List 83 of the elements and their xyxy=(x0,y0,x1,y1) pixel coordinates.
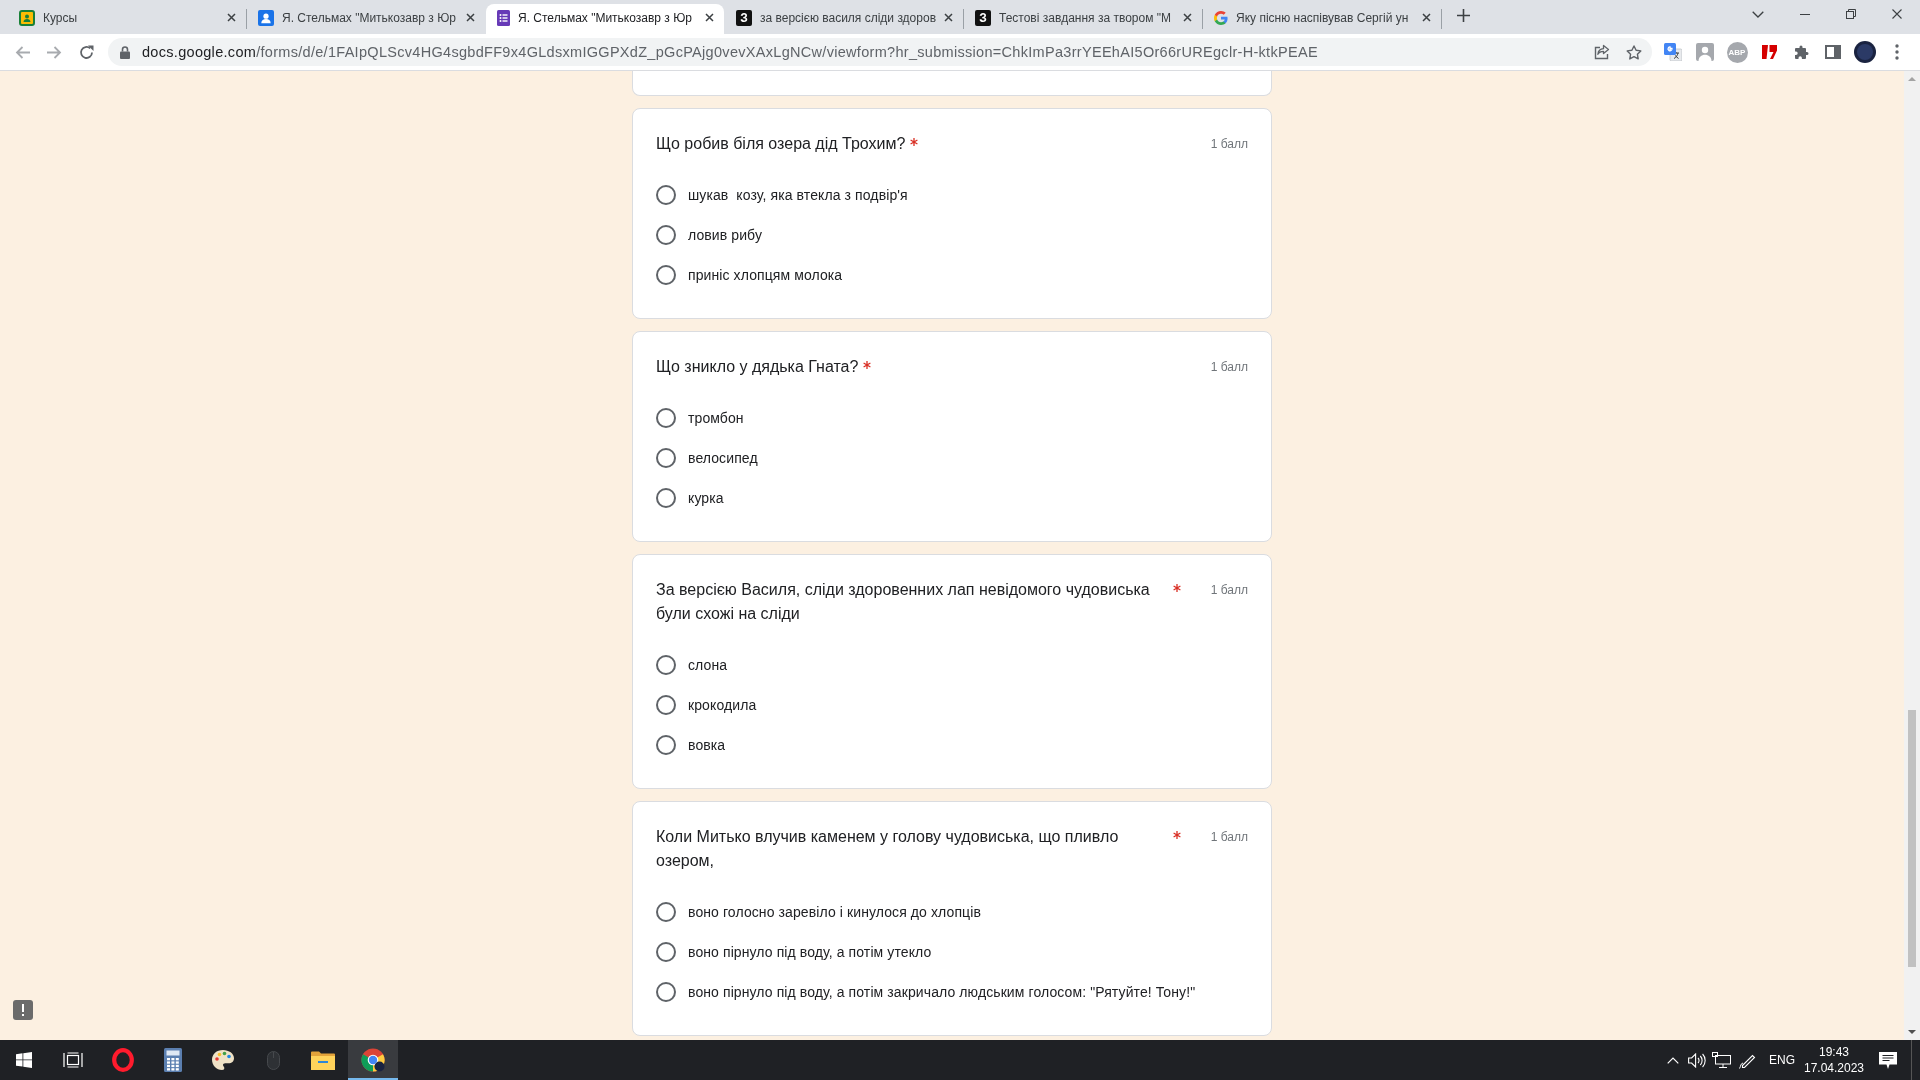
avatar-icon[interactable] xyxy=(1854,41,1876,63)
radio-button[interactable] xyxy=(656,408,676,428)
points-label: 1 балл xyxy=(1209,829,1248,846)
taskbar-app-button[interactable] xyxy=(348,1040,398,1080)
menu-icon[interactable] xyxy=(1895,44,1899,60)
radio-button[interactable] xyxy=(656,982,676,1002)
star-icon[interactable] xyxy=(1626,44,1642,60)
browser-tab[interactable]: З Тестові завдання за твором "М xyxy=(964,4,1202,34)
feedback-icon[interactable] xyxy=(13,1000,33,1020)
minimize-icon[interactable] xyxy=(1800,13,1810,15)
address-bar[interactable]: docs.google.com/forms/d/e/1FAIpQLScv4HG4sgbdFF9x4GLdsxmIGGPXdZ_pGcPAjg0vevXAxLgNCw/viewform?hr_submission=ChkImPa3rrYEEhAI5Or66rUREgclr-H-ktkPEAE xyxy=(108,38,1652,66)
chevron-up-icon[interactable] xyxy=(1667,1056,1679,1064)
option-label[interactable]: ловив рибу xyxy=(688,227,762,243)
close-icon[interactable] xyxy=(1892,9,1902,19)
close-icon[interactable] xyxy=(944,13,953,22)
chevron-down-icon[interactable] xyxy=(1752,10,1764,18)
folder-icon[interactable] xyxy=(311,1050,335,1070)
points-label: 1 балл xyxy=(1209,359,1248,376)
lock-icon[interactable] xyxy=(120,45,130,59)
option-label[interactable]: воно пірнуло під воду, а потім закричало людським голосом: "Рятуйте! Тону!" xyxy=(688,984,1196,1000)
side-panel-icon[interactable] xyxy=(1825,45,1841,59)
points-label: 1 балл xyxy=(1209,136,1248,153)
close-icon[interactable] xyxy=(705,13,714,22)
option-label[interactable]: курка xyxy=(688,490,724,506)
site-logo: З xyxy=(975,9,991,26)
question-title: Що зникло у дядька Гната? xyxy=(656,357,859,377)
option-label[interactable]: крокодила xyxy=(688,697,757,713)
points-label: 1 балл xyxy=(1209,582,1248,599)
radio-button[interactable] xyxy=(656,735,676,755)
palette-icon[interactable] xyxy=(211,1049,235,1071)
board-icon xyxy=(19,9,35,26)
person-card-icon xyxy=(258,9,274,26)
browser-tab[interactable]: Курсы xyxy=(8,4,246,34)
question-title: За версією Василя, сліди здоровенних лап невідомого чудовиська були схожі на сліди xyxy=(656,580,1151,624)
radio-button[interactable] xyxy=(656,488,676,508)
language-indicator[interactable]: ENG xyxy=(1761,1040,1803,1080)
notification-icon[interactable] xyxy=(1879,1051,1897,1069)
radio-button[interactable] xyxy=(656,225,676,245)
close-icon[interactable] xyxy=(227,13,236,22)
ring-logo-icon[interactable] xyxy=(112,1048,134,1072)
browser-tab[interactable]: З за версією василя сліди здоров xyxy=(725,4,963,34)
start-icon[interactable] xyxy=(16,1052,32,1068)
site-logo: З xyxy=(736,9,752,26)
option-label[interactable]: тромбон xyxy=(688,410,744,426)
calculator-icon[interactable] xyxy=(164,1048,182,1072)
form-list-icon xyxy=(497,9,510,26)
task-view-icon[interactable] xyxy=(63,1052,83,1068)
new-tab-icon[interactable] xyxy=(1456,9,1470,22)
extension-icon[interactable] xyxy=(1761,44,1777,60)
browser-tab[interactable]: Я. Стельмах "Митькозавр з Юр xyxy=(247,4,485,34)
option-label[interactable]: воно голосно заревіло і кинулося до хлопців xyxy=(688,904,981,920)
radio-button[interactable] xyxy=(656,695,676,715)
puzzle-icon[interactable] xyxy=(1793,44,1809,60)
browser-tab[interactable]: Я. Стельмах "Митькозавр з Юр xyxy=(486,4,724,34)
option-label[interactable]: слона xyxy=(688,657,728,673)
option-label[interactable]: велосипед xyxy=(688,450,758,466)
scroll-down-icon[interactable] xyxy=(1908,1030,1916,1034)
share-icon[interactable] xyxy=(1594,44,1610,60)
restore-icon[interactable] xyxy=(1846,9,1856,19)
translate-icon[interactable] xyxy=(1664,43,1682,61)
close-icon[interactable] xyxy=(1183,13,1192,22)
option-label[interactable]: шукав козу, яка втекла з подвір'я xyxy=(688,187,908,203)
close-icon[interactable] xyxy=(1422,13,1431,22)
browser-tab[interactable]: Яку пісню наспівував Сергій ун xyxy=(1203,4,1441,34)
radio-button[interactable] xyxy=(656,448,676,468)
radio-button[interactable] xyxy=(656,185,676,205)
question-title: Що робив біля озера дід Трохим? xyxy=(656,134,906,154)
option-label[interactable]: вовка xyxy=(688,737,726,753)
question-title: Коли Митько влучив каменем у голову чудовиська, що пливло озером, xyxy=(656,827,1120,871)
browser-icon[interactable] xyxy=(361,1048,385,1072)
radio-button[interactable] xyxy=(656,942,676,962)
radio-button[interactable] xyxy=(656,265,676,285)
close-icon[interactable] xyxy=(466,13,475,22)
radio-button[interactable] xyxy=(656,902,676,922)
taskbar-clock[interactable]: 19:43 17.04.2023 xyxy=(1803,1040,1865,1080)
option-label[interactable]: приніс хлопцям молока xyxy=(688,267,843,283)
option-label[interactable]: воно пірнуло під воду, а потім утекло xyxy=(688,944,932,960)
network-icon[interactable] xyxy=(1711,1052,1731,1068)
scrollbar-thumb[interactable] xyxy=(1908,710,1916,967)
reload-icon[interactable] xyxy=(78,44,94,60)
volume-icon[interactable] xyxy=(1688,1052,1706,1068)
logo-icon xyxy=(1214,10,1228,25)
radio-button[interactable] xyxy=(656,655,676,675)
